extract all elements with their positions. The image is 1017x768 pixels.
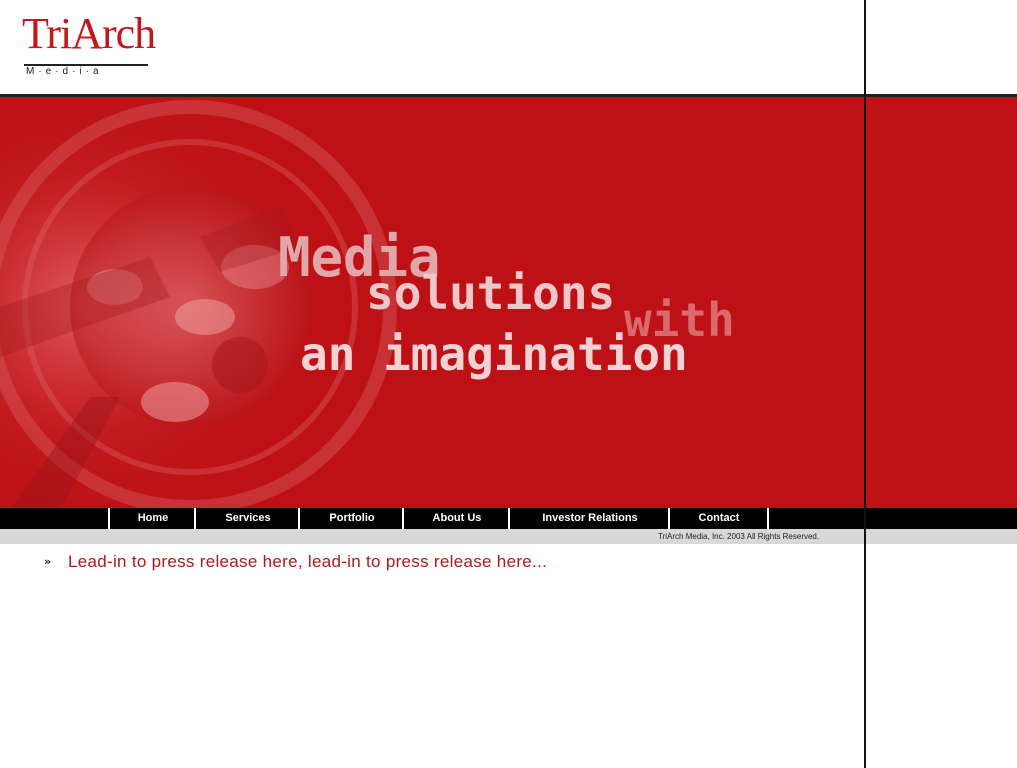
- copyright-text: TriArch Media, Inc. 2003 All Rights Rese…: [658, 532, 820, 541]
- nav-contact[interactable]: Contact: [668, 508, 768, 529]
- nav-home[interactable]: Home: [108, 508, 196, 529]
- tagline-imagination: an imagination: [300, 327, 688, 381]
- nav-end-divider: [767, 508, 769, 529]
- tagline-solutions: solutions: [366, 266, 616, 320]
- nav-portfolio[interactable]: Portfolio: [298, 508, 404, 529]
- vertical-divider: [864, 0, 866, 768]
- nav-investor-relations[interactable]: Investor Relations: [508, 508, 670, 529]
- double-arrow-icon: »: [44, 555, 52, 568]
- press-release-link[interactable]: Lead-in to press release here, lead-in t…: [68, 552, 547, 572]
- logo-subtitle: M·e·d·i·a: [26, 66, 103, 77]
- nav-about-us[interactable]: About Us: [402, 508, 510, 529]
- logo-wordmark: TriArch: [22, 9, 156, 58]
- triarch-logo[interactable]: TriArch M·e·d·i·a: [22, 9, 156, 82]
- nav-services[interactable]: Services: [194, 508, 300, 529]
